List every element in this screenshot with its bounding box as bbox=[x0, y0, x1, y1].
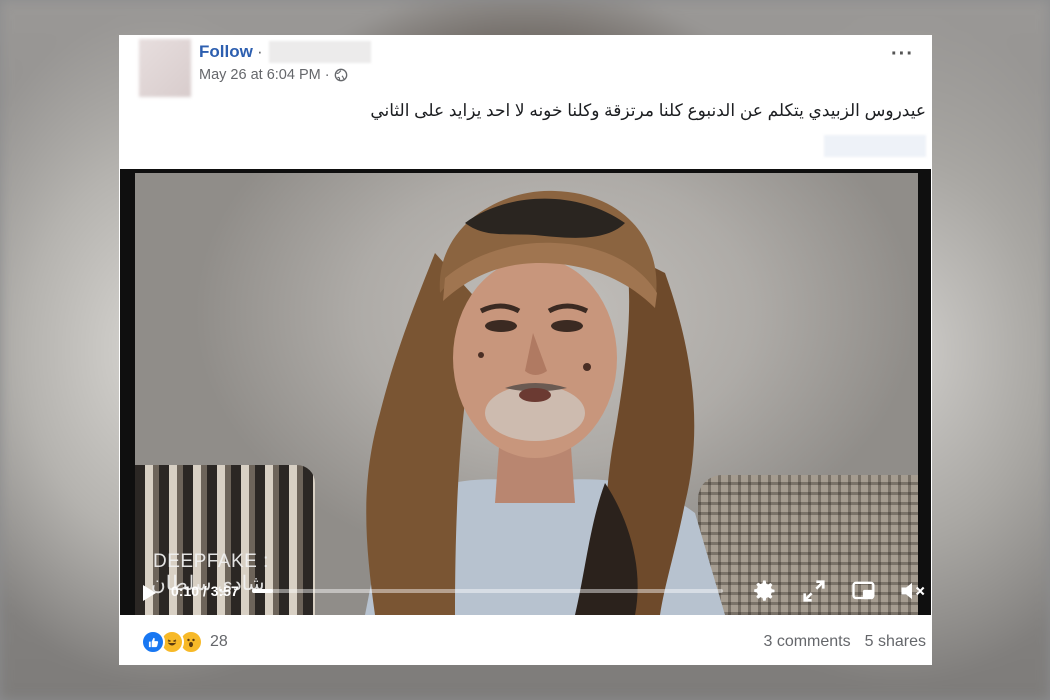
video-time-display: 0:10 / 3:57 bbox=[171, 583, 239, 599]
post-caption: عيدروس الزبيدي يتكلم عن الدنبوع كلنا مرت… bbox=[370, 101, 926, 120]
fullscreen-icon[interactable] bbox=[800, 577, 828, 605]
video-progress-bar[interactable] bbox=[252, 589, 723, 593]
facebook-post-card: Follow · May 26 at 6:04 PM · ··· عيدروس … bbox=[119, 35, 932, 665]
author-name-blurred[interactable] bbox=[269, 41, 371, 63]
picture-in-picture-icon[interactable] bbox=[850, 577, 878, 605]
more-options-icon[interactable]: ··· bbox=[891, 44, 914, 64]
reaction-count[interactable]: 28 bbox=[210, 633, 228, 651]
author-avatar-blurred[interactable] bbox=[139, 39, 191, 97]
video-progress-fill bbox=[252, 589, 273, 593]
globe-icon bbox=[334, 68, 347, 82]
settings-icon[interactable] bbox=[750, 577, 778, 605]
follow-link[interactable]: Follow bbox=[199, 42, 253, 62]
blurred-caption-line bbox=[824, 135, 926, 157]
video-controls: 0:10 / 3:57 bbox=[135, 569, 925, 615]
reactions-summary[interactable]: 28 bbox=[141, 630, 228, 654]
separator-dot: · bbox=[257, 42, 263, 61]
post-meta: May 26 at 6:04 PM · bbox=[199, 67, 348, 83]
video-player[interactable]: DEEPFAKE : شادي سلطان 0:10 / 3:57 bbox=[120, 169, 931, 615]
video-frame[interactable]: DEEPFAKE : شادي سلطان bbox=[135, 173, 918, 615]
post-timestamp[interactable]: May 26 at 6:04 PM bbox=[199, 67, 321, 83]
meta-separator: · bbox=[324, 67, 330, 83]
play-icon[interactable] bbox=[141, 584, 157, 602]
muted-volume-icon[interactable] bbox=[898, 577, 926, 605]
speaker-figure bbox=[365, 190, 725, 615]
engagement-counts: 3 comments 5 shares bbox=[763, 633, 926, 651]
comments-count-link[interactable]: 3 comments bbox=[763, 633, 850, 651]
like-icon bbox=[141, 630, 165, 654]
shares-count-link[interactable]: 5 shares bbox=[865, 633, 926, 651]
